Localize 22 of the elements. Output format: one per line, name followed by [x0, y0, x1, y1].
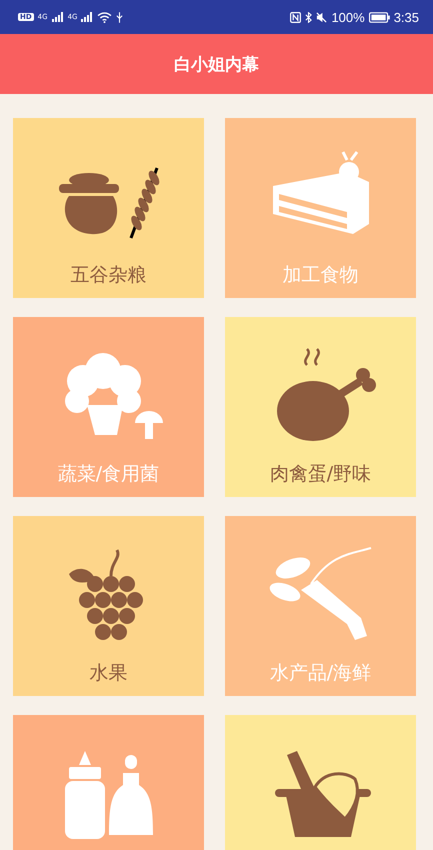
clock-time: 3:35 [394, 10, 419, 24]
category-tile[interactable]: 水果 [13, 516, 204, 696]
category-tile[interactable]: 五谷杂粮 [13, 118, 204, 298]
category-label: 蔬菜/食用菌 [58, 462, 160, 487]
signal-icon [81, 12, 94, 22]
wifi-icon [97, 12, 112, 22]
usb-icon [116, 12, 124, 22]
battery-icon [368, 12, 390, 22]
page-title: 白小姐内幕 [174, 54, 259, 76]
bluetooth-icon [305, 12, 312, 22]
category-label: 水产品/海鲜 [270, 661, 372, 686]
category-tile[interactable] [13, 715, 204, 850]
category-label: 水果 [90, 661, 128, 686]
nfc-icon [290, 12, 302, 22]
category-label: 五谷杂粮 [70, 263, 146, 288]
category-tile[interactable]: 肉禽蛋/野味 [225, 317, 416, 497]
battery-percent: 100% [331, 10, 365, 24]
category-label: 肉禽蛋/野味 [270, 462, 372, 487]
category-tile[interactable] [225, 715, 416, 850]
mute-icon [316, 12, 328, 22]
signal-icon [52, 12, 64, 22]
category-label: 加工食物 [282, 263, 358, 288]
